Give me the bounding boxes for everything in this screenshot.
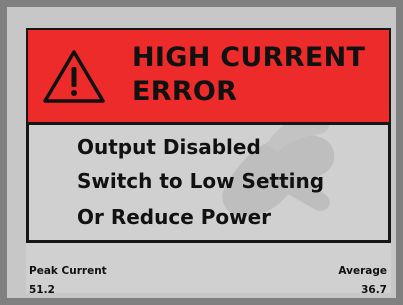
average-label: Average [338,265,387,277]
peak-current-value: 51.2 [29,284,55,293]
display-panel: HIGH CURRENT ERROR Output Disabled Switc… [26,28,391,293]
error-banner: HIGH CURRENT ERROR [26,28,391,124]
average-value: 36.7 [361,284,387,293]
message-reduce-power: Or Reduce Power [77,205,272,229]
message-box: Output Disabled Switch to Low Setting Or… [26,122,391,243]
device-frame: HIGH CURRENT ERROR Output Disabled Switc… [0,0,403,305]
error-title: HIGH CURRENT ERROR [132,42,366,107]
message-output-disabled: Output Disabled [77,135,261,159]
message-switch-setting: Switch to Low Setting [77,169,325,193]
peak-current-label: Peak Current [29,265,107,277]
warning-triangle-icon [43,50,105,103]
